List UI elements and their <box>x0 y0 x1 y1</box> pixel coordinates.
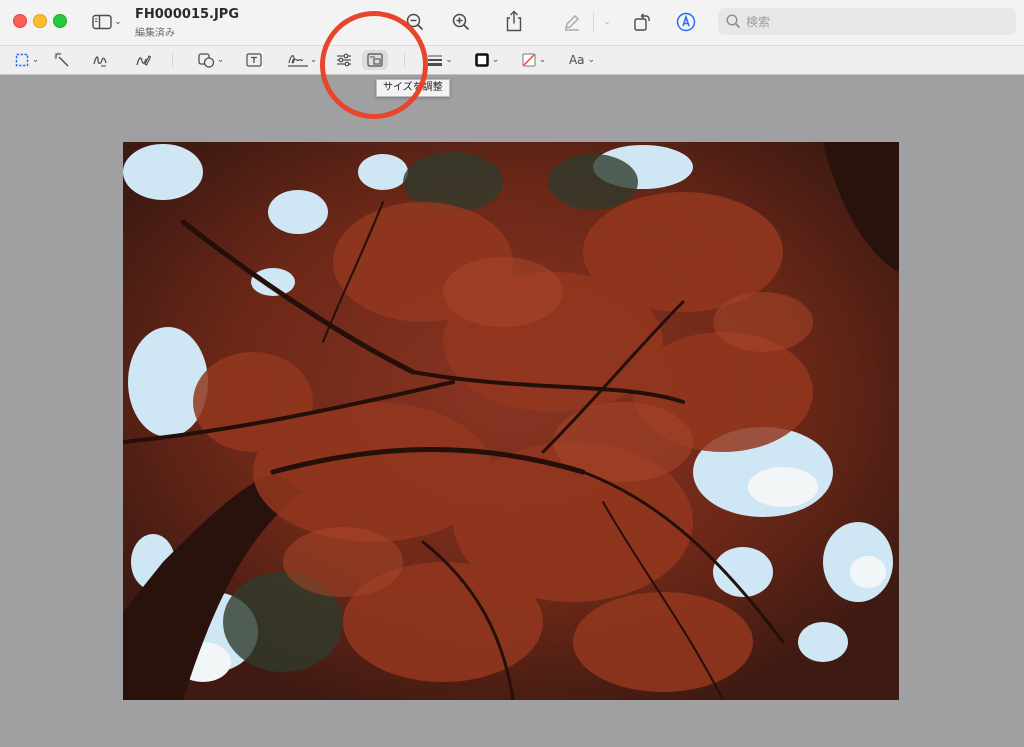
divider <box>404 52 405 68</box>
fullscreen-window-button[interactable] <box>53 14 67 28</box>
highlight-options-button[interactable]: ⌄ <box>599 12 615 32</box>
sidebar-toggle-button[interactable]: ⌄ <box>89 12 125 32</box>
instant-alpha-icon <box>54 52 70 68</box>
adjust-size-button[interactable] <box>362 50 388 70</box>
text-box-button[interactable] <box>244 51 264 69</box>
rotate-icon <box>632 12 652 32</box>
fill-color-button[interactable]: ⌄ <box>518 51 550 69</box>
search-field[interactable] <box>718 8 1016 35</box>
draw-button[interactable] <box>134 51 152 69</box>
shapes-icon <box>198 52 215 68</box>
chevron-down-icon: ⌄ <box>309 55 318 65</box>
share-button[interactable] <box>503 9 525 33</box>
pen-icon <box>563 13 581 31</box>
search-icon <box>726 14 741 29</box>
line-style-icon <box>427 53 443 67</box>
search-input[interactable] <box>746 8 1006 35</box>
chevron-down-icon: ⌄ <box>587 55 596 65</box>
border-color-button[interactable]: ⌄ <box>471 51 503 69</box>
chevron-down-icon: ⌄ <box>114 17 122 27</box>
share-icon <box>505 10 523 32</box>
sidebar-icon <box>92 14 112 30</box>
autumn-maple-photo <box>123 142 899 700</box>
adjust-color-icon <box>336 53 352 67</box>
text-style-button[interactable]: Aa ⌄ <box>566 51 598 69</box>
title-bar: ⌄ FH000015.JPG 編集済み ⌄ <box>0 0 1024 46</box>
text-box-icon <box>246 53 262 67</box>
rect-select-icon <box>15 53 29 67</box>
markup-icon <box>676 12 696 32</box>
signature-button[interactable]: ⌄ <box>284 51 320 69</box>
photo-image <box>123 142 899 700</box>
adjust-size-icon <box>367 53 383 67</box>
text-style-label: Aa <box>568 53 585 67</box>
chevron-down-icon: ⌄ <box>491 55 500 65</box>
minimize-window-button[interactable] <box>33 14 47 28</box>
line-style-button[interactable]: ⌄ <box>424 51 456 69</box>
window-title: FH000015.JPG <box>135 7 240 22</box>
chevron-down-icon: ⌄ <box>538 55 547 65</box>
markup-button[interactable] <box>674 10 698 34</box>
signature-icon <box>287 52 309 68</box>
sketch-icon <box>92 52 108 68</box>
adjust-size-tooltip: サイズを調整 <box>376 79 450 97</box>
markup-toolbar: ⌄ ⌄ ⌄ ⌄ ⌄ ⌄ Aa ⌄ <box>0 46 1024 75</box>
fill-color-icon <box>522 53 536 67</box>
chevron-down-icon: ⌄ <box>603 17 611 27</box>
shapes-button[interactable]: ⌄ <box>195 51 227 69</box>
highlight-button[interactable] <box>561 11 583 33</box>
zoom-in-icon <box>452 13 470 31</box>
border-color-icon <box>474 53 489 67</box>
instant-alpha-button[interactable] <box>53 51 71 69</box>
chevron-down-icon: ⌄ <box>216 55 225 65</box>
zoom-out-button[interactable] <box>404 11 426 33</box>
zoom-in-button[interactable] <box>450 11 472 33</box>
rotate-button[interactable] <box>630 10 654 34</box>
sketch-button[interactable] <box>91 51 109 69</box>
zoom-out-icon <box>406 13 424 31</box>
close-window-button[interactable] <box>13 14 27 28</box>
divider <box>172 52 173 68</box>
selection-tool-button[interactable]: ⌄ <box>12 51 42 69</box>
chevron-down-icon: ⌄ <box>445 55 453 65</box>
edited-status: 編集済み <box>135 28 175 39</box>
divider <box>593 12 594 32</box>
draw-icon <box>135 52 151 68</box>
chevron-down-icon: ⌄ <box>31 55 40 65</box>
adjust-color-button[interactable] <box>334 51 354 69</box>
